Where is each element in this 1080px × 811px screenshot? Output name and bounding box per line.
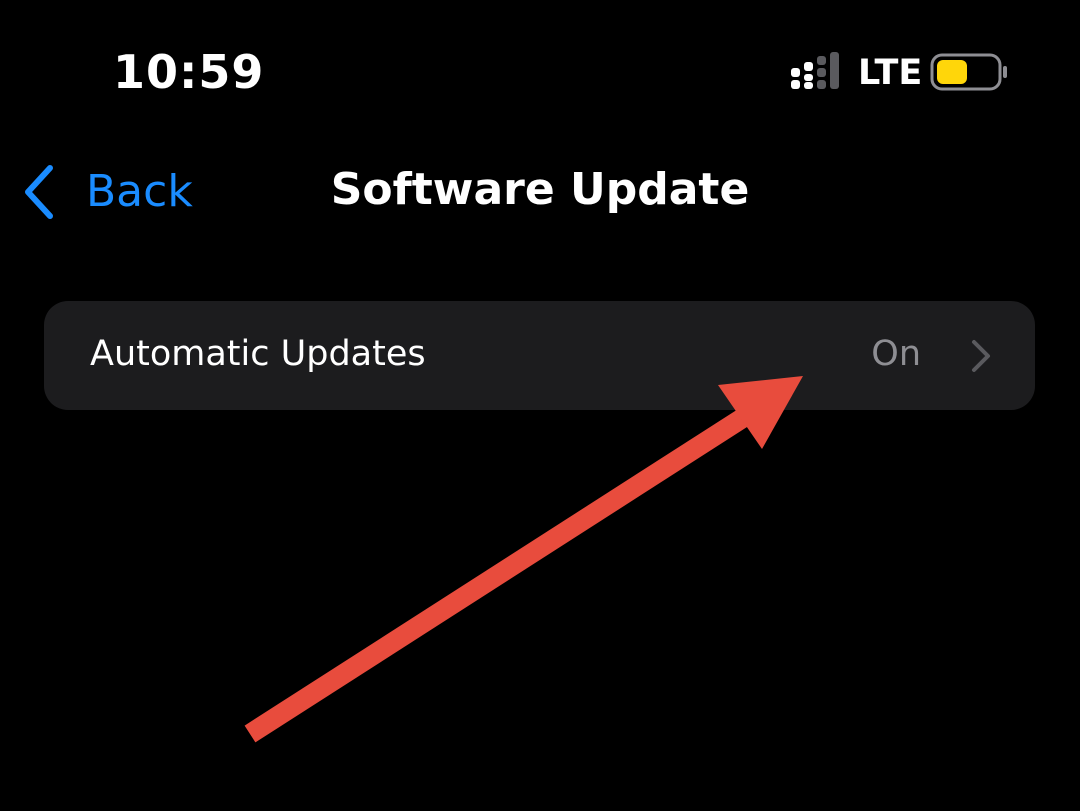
chevron-right-icon	[972, 340, 990, 372]
page-title: Software Update	[330, 164, 750, 215]
cellular-signal-icon	[791, 52, 839, 89]
network-type-label: LTE	[858, 53, 923, 93]
settings-group: Automatic Updates On	[44, 301, 1035, 410]
battery-icon	[930, 53, 1007, 91]
automatic-updates-value: On	[871, 334, 921, 374]
status-bar: 10:59 LTE	[0, 0, 1080, 140]
automatic-updates-row[interactable]: Automatic Updates On	[44, 301, 1035, 410]
automatic-updates-label: Automatic Updates	[90, 334, 426, 374]
status-time: 10:59	[113, 45, 265, 99]
navigation-bar: Back Software Update	[0, 140, 1080, 250]
